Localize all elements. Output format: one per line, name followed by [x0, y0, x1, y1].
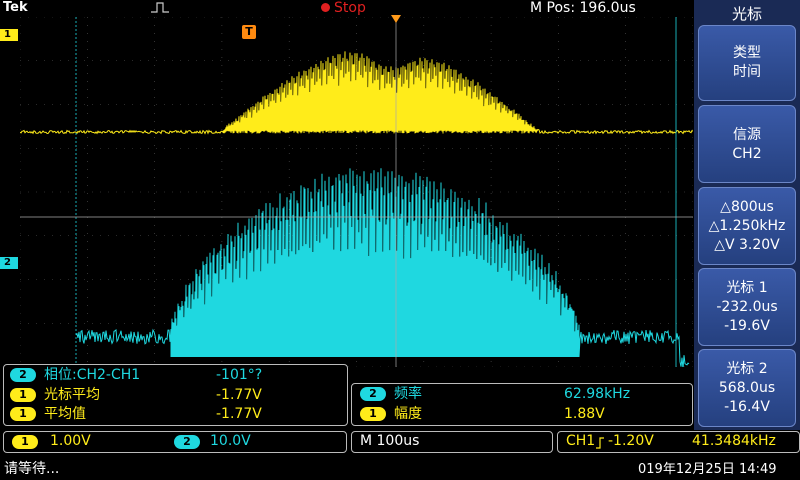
channel-badge: 2 — [10, 368, 36, 382]
vertical-scale-panel[interactable]: 1 1.00V 2 10.0V — [3, 431, 347, 453]
channel-badge: 2 — [360, 387, 386, 401]
status-message: 请等待... — [4, 458, 59, 478]
ch2-waveform — [76, 168, 689, 367]
cursor-source-button[interactable]: 信源 CH2 — [698, 105, 796, 183]
ch1-scale: 1.00V — [50, 433, 91, 449]
measurement-panel-right: 2 频率 62.98kHz 1 幅度 1.88V — [351, 383, 693, 426]
datetime: 019年12月25日 14:49 — [638, 458, 777, 477]
ch2-scale: 10.0V — [210, 433, 251, 449]
trigger-frequency: 41.3484kHz — [692, 433, 776, 449]
trigger-source: CH1 — [566, 433, 595, 449]
measurement-row: 1 幅度 1.88V — [352, 405, 690, 423]
channel-badge: 1 — [360, 407, 386, 421]
footer-bar: 请等待... 019年12月25日 14:49 — [0, 455, 800, 480]
rising-edge-icon — [595, 437, 605, 449]
waveform-display — [20, 17, 693, 367]
measurement-value: 1.88V — [564, 405, 605, 423]
horizontal-scale: M 100us — [360, 433, 419, 449]
trigger-position-icon — [390, 14, 402, 24]
channel-badge: 1 — [12, 435, 38, 449]
button-line: 时间 — [699, 63, 795, 82]
measurement-label: 平均值 — [44, 405, 86, 423]
button-line: 光标 1 — [699, 279, 795, 298]
ch1-waveform — [20, 51, 693, 133]
button-line: 光标 2 — [699, 360, 795, 379]
horizontal-position-readout: M Pos: 196.0us — [530, 0, 636, 16]
trigger-edge-icon — [150, 1, 170, 14]
measurement-value: -101°? — [216, 366, 262, 384]
button-line: △1.250kHz — [699, 217, 795, 236]
run-state-label: Stop — [334, 0, 366, 16]
measurement-label: 幅度 — [394, 405, 422, 423]
horizontal-scale-panel[interactable]: M 100us — [351, 431, 553, 453]
measurement-value: 62.98kHz — [564, 385, 630, 403]
button-line: -19.6V — [699, 317, 795, 336]
button-line: 568.0us — [699, 379, 795, 398]
cursor-type-button[interactable]: 类型 时间 — [698, 25, 796, 101]
side-menu-title: 光标 — [695, 3, 799, 23]
ch2-ground-marker[interactable]: 2 — [0, 257, 18, 269]
channel-badge: 1 — [10, 407, 36, 421]
trigger-marker-icon: T — [242, 25, 256, 39]
button-line: -232.0us — [699, 298, 795, 317]
button-line: 信源 — [699, 126, 795, 145]
measurement-label: 相位:CH2-CH1 — [44, 366, 140, 384]
button-line: △800us — [699, 198, 795, 217]
channel-badge: 1 — [10, 388, 36, 402]
cursor-1-button[interactable]: 光标 1 -232.0us -19.6V — [698, 268, 796, 346]
cursor-delta-readout[interactable]: △800us △1.250kHz △V 3.20V — [698, 187, 796, 265]
ch1-ground-marker[interactable]: 1 — [0, 29, 18, 41]
measurement-value: -1.77V — [216, 405, 262, 423]
measurement-label: 光标平均 — [44, 386, 100, 404]
button-line: △V 3.20V — [699, 236, 795, 255]
measurement-row: 1 平均值 -1.77V — [4, 405, 344, 423]
measurement-label: 频率 — [394, 385, 422, 403]
run-state-indicator-icon — [321, 3, 330, 12]
measurement-row: 2 频率 62.98kHz — [352, 385, 690, 403]
measurement-value: -1.77V — [216, 386, 262, 404]
measurement-panel-left: 2 相位:CH2-CH1 -101°? 1 光标平均 -1.77V 1 平均值 … — [3, 364, 348, 426]
trigger-panel[interactable]: CH1 -1.20V 41.3484kHz — [557, 431, 800, 453]
channel-badge: 2 — [174, 435, 200, 449]
brand-logo: Tek — [3, 0, 28, 15]
measurement-row: 1 光标平均 -1.77V — [4, 386, 344, 404]
button-line: -16.4V — [699, 398, 795, 417]
trigger-level: -1.20V — [608, 433, 654, 449]
measurement-row: 2 相位:CH2-CH1 -101°? — [4, 366, 344, 384]
button-line: 类型 — [699, 44, 795, 63]
button-line: CH2 — [699, 145, 795, 164]
cursor-2-button[interactable]: 光标 2 568.0us -16.4V — [698, 349, 796, 427]
